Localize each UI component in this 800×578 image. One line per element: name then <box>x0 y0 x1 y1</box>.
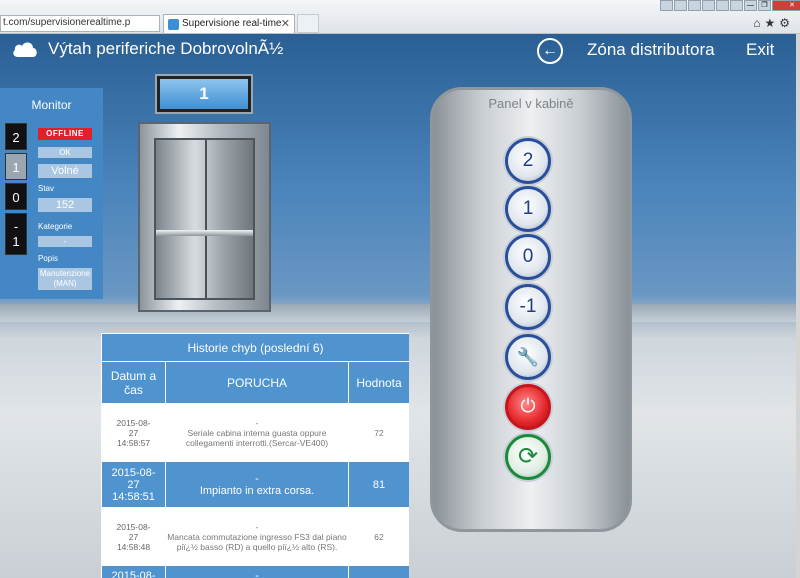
close-window-button[interactable]: ✕ <box>772 0 800 11</box>
cabin-panel-title: Panel v kabině <box>488 96 574 111</box>
row-value: 62 <box>348 507 409 566</box>
status-badge: OFFLINE <box>38 128 92 140</box>
stav-label: Stav <box>38 184 55 193</box>
maximize-button[interactable]: ❐ <box>758 0 771 11</box>
power-icon: ⏻ <box>520 396 536 417</box>
row-date: 2015-08- 27 14:58:48 <box>101 507 166 566</box>
stav-value: 152 <box>38 198 92 212</box>
cloud-icon <box>13 42 37 57</box>
window-btn-2[interactable] <box>674 0 687 11</box>
minimize-button[interactable]: — <box>744 0 757 11</box>
row-date: 2015-08- 27 14:58:57 <box>101 403 166 462</box>
floor-0-indicator[interactable]: 0 <box>5 183 27 210</box>
floor-minus1-button[interactable]: -1 <box>505 284 551 330</box>
floor-1-indicator[interactable]: 1 <box>5 153 27 180</box>
popis-value: Manutenzione (MAN) <box>38 268 92 290</box>
row-date: 2015-08- <box>101 565 166 578</box>
col-value: Hodnota <box>348 361 409 404</box>
maintenance-button[interactable]: 🔧 <box>505 334 551 380</box>
kategorie-label: Kategorie <box>38 222 73 231</box>
power-button[interactable]: ⏻ <box>505 384 551 430</box>
floor-0-button[interactable]: 0 <box>505 234 551 280</box>
exit-link[interactable]: Exit <box>746 40 774 60</box>
col-fault: PORUCHA <box>165 361 349 404</box>
state-value: Volné <box>38 164 92 178</box>
window-btn-6[interactable] <box>730 0 743 11</box>
floor-indicator-value: 1 <box>160 79 248 109</box>
table-row: 2015-08- 27 14:58:48 - Mancata commutazi… <box>101 507 409 566</box>
kategorie-value: - <box>38 236 92 247</box>
floor-2-indicator[interactable]: 2 <box>5 123 27 150</box>
page-scrollbar[interactable] <box>796 34 800 578</box>
row-fault: - <box>165 565 349 578</box>
floor-indicator: 1 <box>155 74 253 114</box>
row-fault: - Impianto in extra corsa. <box>165 461 349 508</box>
tab-title: Supervisione real-time <box>182 18 282 29</box>
col-datetime: Datum a čas <box>101 361 166 404</box>
browser-toolbar-icons[interactable]: ⌂★⚙ <box>753 16 794 30</box>
address-bar[interactable]: t.com/supervisionerealtime.p <box>0 15 160 32</box>
monitor-panel: Monitor 2 1 0 - 1 OFFLINE OK Volné Stav … <box>0 88 103 299</box>
back-button[interactable]: ← <box>537 38 563 64</box>
row-date: 2015-08- 27 14:58:51 <box>101 461 166 508</box>
maintenance-tools-icon: 🔧 <box>516 347 540 367</box>
page-title: Výtah periferiche DobrovolnÃ½ <box>48 39 284 58</box>
tab-close-icon[interactable]: ✕ <box>281 17 290 30</box>
history-title: Historie chyb (poslední 6) <box>101 333 409 362</box>
row-value <box>348 565 409 578</box>
elevator-door-panel <box>154 138 255 300</box>
table-row: 2015-08- - <box>101 565 409 578</box>
refresh-icon: ⟳ <box>517 443 539 470</box>
floor-list: 2 1 0 - 1 <box>5 123 27 258</box>
browser-tab[interactable]: Supervisione real-time ✕ <box>163 14 295 33</box>
zone-distributor-link[interactable]: Zóna distributora <box>587 40 715 60</box>
elevator-doors <box>138 122 271 312</box>
door-handle-bar <box>156 230 253 236</box>
row-value: 72 <box>348 403 409 462</box>
monitor-title: Monitor <box>31 98 72 112</box>
new-tab-button[interactable] <box>297 14 319 33</box>
table-row: 2015-08- 27 14:58:57 - Seriale cabina in… <box>101 403 409 462</box>
window-btn-5[interactable] <box>716 0 729 11</box>
window-btn-1[interactable] <box>660 0 673 11</box>
table-row: 2015-08- 27 14:58:51 - Impianto in extra… <box>101 461 409 508</box>
refresh-button[interactable]: ⟳ <box>505 434 551 480</box>
row-fault: - Seriale cabina interna guasta oppure c… <box>165 403 349 462</box>
cabin-panel: Panel v kabině 2 1 0 -1 🔧 ⏻ ⟳ <box>430 87 632 532</box>
floor-minus1-indicator[interactable]: - 1 <box>5 213 27 255</box>
floor-1-button[interactable]: 1 <box>505 186 551 232</box>
ok-value: OK <box>38 147 92 158</box>
row-value: 81 <box>348 461 409 508</box>
row-fault: - Mancata commutazione ingresso FS3 dal … <box>165 507 349 566</box>
floor-2-button[interactable]: 2 <box>505 138 551 184</box>
popis-label: Popis <box>38 254 59 263</box>
fault-history: Historie chyb (poslední 6) Datum a čas P… <box>101 333 409 578</box>
history-table: Historie chyb (poslední 6) Datum a čas P… <box>101 333 409 578</box>
window-btn-3[interactable] <box>688 0 701 11</box>
window-btn-4[interactable] <box>702 0 715 11</box>
favicon-icon <box>168 19 179 30</box>
browser-chrome: t.com/supervisionerealtime.p Supervision… <box>0 0 800 34</box>
arrow-left-icon: ← <box>542 42 558 59</box>
door-gap <box>204 140 207 298</box>
window-buttons: — ❐ ✕ <box>660 0 800 11</box>
app-area: Výtah periferiche DobrovolnÃ½ ← Zóna dis… <box>0 34 796 578</box>
floor-band <box>0 304 796 322</box>
